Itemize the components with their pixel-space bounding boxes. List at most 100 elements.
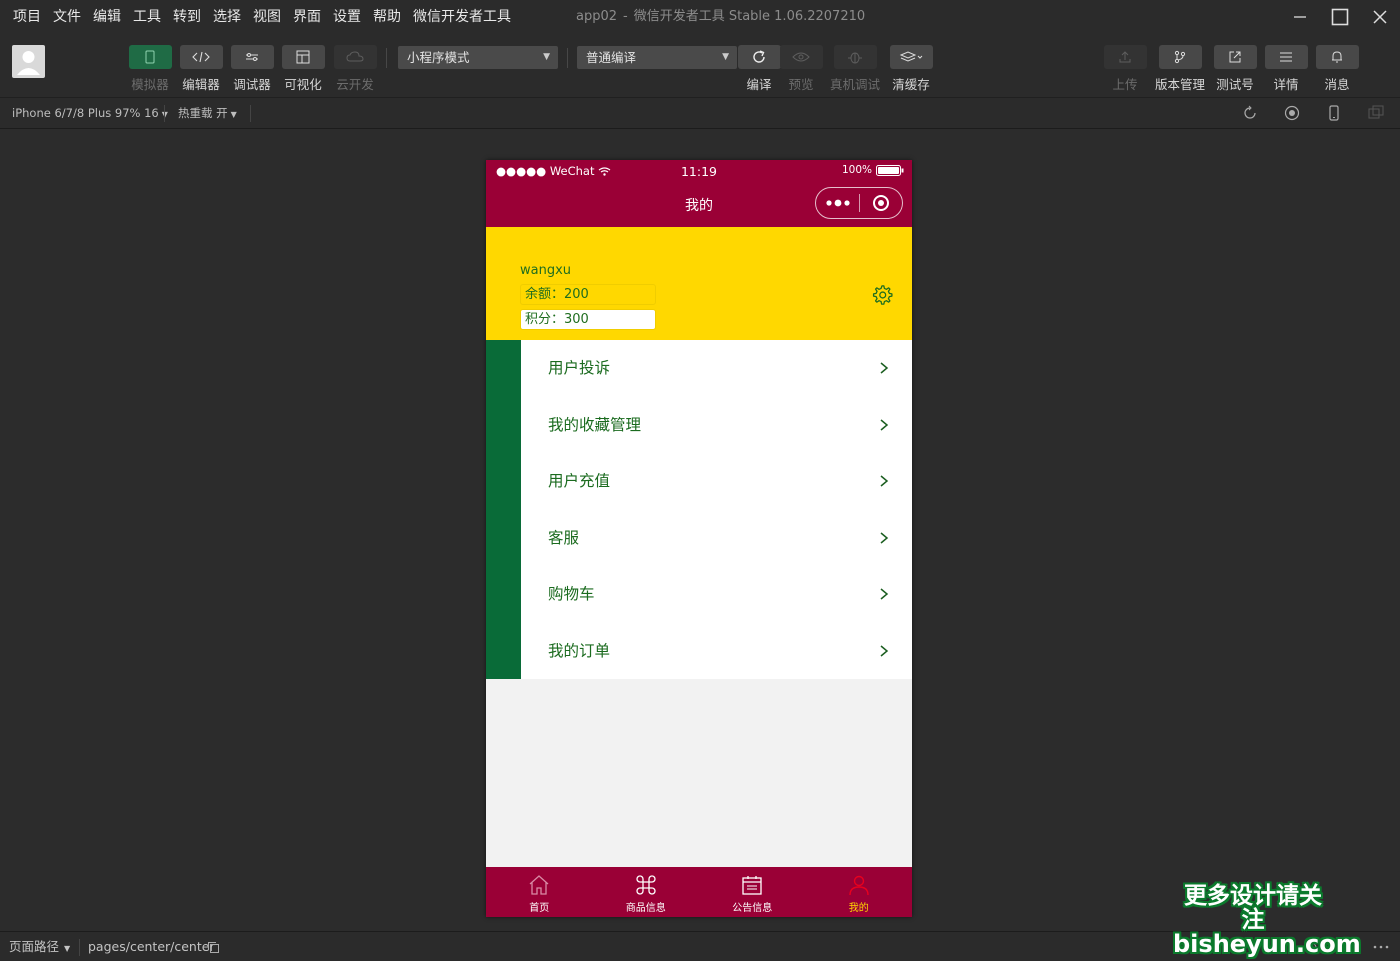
gear-icon[interactable] — [871, 284, 893, 306]
window-title-tool: 微信开发者工具 Stable 1.06.2207210 — [633, 9, 866, 24]
list-item[interactable]: 用户投诉 — [486, 340, 912, 397]
message-button[interactable]: 消息 — [1315, 45, 1359, 93]
minimize-icon[interactable] — [1280, 0, 1320, 34]
rotate-icon[interactable] — [1242, 105, 1258, 121]
chevron-right-icon — [880, 362, 889, 374]
clear-cache-button[interactable]: 清缓存 — [889, 45, 933, 93]
chevron-down-icon: ▼ — [722, 52, 729, 62]
list-item[interactable]: 我的收藏管理 — [486, 396, 912, 453]
upload-icon — [1119, 51, 1131, 63]
list-item-accent — [486, 340, 521, 397]
devtools-window: 项目 文件 编辑 工具 转到 选择 视图 界面 设置 帮助 微信开发者工具 ap… — [0, 0, 1400, 961]
subbar-divider — [164, 105, 165, 122]
phone-nav-bar: 我的 — [486, 182, 912, 227]
battery-icon — [876, 164, 904, 176]
cloud-button[interactable]: 云开发 — [333, 45, 377, 93]
copy-icon[interactable] — [207, 941, 220, 954]
visual-label: 可视化 — [284, 77, 322, 92]
simulator-subbar: iPhone 6/7/8 Plus 97% 16▼ 热重载 开▼ — [0, 98, 1400, 129]
version-button[interactable]: 版本管理 — [1155, 45, 1206, 93]
phone-icon[interactable] — [1326, 105, 1342, 121]
chevron-down-icon: ▼ — [230, 110, 237, 119]
eye-icon — [792, 52, 810, 62]
bell-icon — [1332, 51, 1342, 63]
menu-help[interactable]: 帮助 — [367, 0, 407, 34]
compile-select[interactable]: 普通编译 ▼ — [577, 46, 737, 69]
phone-simulator: ●●●●● WeChat 11:19 100% 我的 wangxu 余额：200… — [486, 160, 912, 917]
close-target-icon[interactable] — [860, 194, 902, 212]
toolbar-divider — [386, 48, 387, 68]
chevron-down-icon: ▼ — [64, 944, 71, 953]
list-item-accent — [486, 622, 521, 679]
list-item-accent — [486, 509, 521, 566]
simulator-button[interactable]: 模拟器 — [128, 45, 172, 93]
device-select[interactable]: iPhone 6/7/8 Plus 97% 16▼ — [12, 98, 168, 130]
compile-select-value: 普通编译 — [586, 50, 637, 65]
hot-reload-toggle[interactable]: 热重载 开 ▼ — [178, 98, 237, 130]
menu-wechat-devtools[interactable]: 微信开发者工具 — [407, 0, 517, 34]
test-id-button[interactable]: 测试号 — [1213, 45, 1257, 93]
layers-icon — [899, 51, 923, 62]
menu-file[interactable]: 文件 — [47, 0, 87, 34]
menu-view[interactable]: 视图 — [247, 0, 287, 34]
command-icon — [636, 875, 656, 895]
tab-products-label: 商品信息 — [625, 903, 666, 914]
debugger-button[interactable]: 调试器 — [230, 45, 274, 93]
mode-select[interactable]: 小程序模式 ▼ — [398, 46, 558, 69]
page-path-toggle[interactable]: 页面路径 ▼ — [9, 932, 70, 961]
profile-header: wangxu 余额：200 积分：300 — [486, 227, 912, 340]
statusbar-divider — [79, 939, 80, 956]
list-item-label: 我的收藏管理 — [548, 415, 642, 434]
detail-button[interactable]: 详情 — [1264, 45, 1308, 93]
sliders-icon — [246, 53, 258, 61]
menu-project[interactable]: 项目 — [0, 0, 47, 34]
tab-home-label: 首页 — [529, 903, 550, 914]
layout-icon — [296, 50, 310, 64]
menu-select[interactable]: 选择 — [207, 0, 247, 34]
menu-settings[interactable]: 设置 — [327, 0, 367, 34]
compile-button[interactable]: 编译 — [737, 45, 781, 93]
tab-mine[interactable]: 我的 — [806, 867, 913, 917]
real-debug-button[interactable]: 真机调试 — [830, 45, 880, 93]
list-item[interactable]: 客服 — [486, 509, 912, 566]
chevron-down-icon: ▼ — [543, 52, 550, 62]
avatar[interactable] — [12, 45, 45, 78]
watermark-line2: bisheyun.com — [1173, 930, 1361, 959]
menu-tools[interactable]: 工具 — [127, 0, 167, 34]
list-item[interactable]: 用户充值 — [486, 453, 912, 510]
menu-edit[interactable]: 编辑 — [87, 0, 127, 34]
tab-mine-label: 我的 — [848, 903, 869, 914]
chevron-right-icon — [880, 475, 889, 487]
menu-goto[interactable]: 转到 — [167, 0, 207, 34]
compile-label: 编译 — [746, 77, 772, 92]
record-icon[interactable] — [1284, 105, 1300, 121]
editor-button[interactable]: 编辑器 — [179, 45, 223, 93]
tab-products[interactable]: 商品信息 — [593, 867, 700, 917]
external-link-icon — [1229, 51, 1241, 63]
tab-notices[interactable]: 公告信息 — [699, 867, 806, 917]
list-item-accent — [486, 566, 521, 623]
toolbar-divider — [567, 48, 568, 68]
window-float-icon[interactable] — [1368, 105, 1384, 121]
calendar-icon — [742, 876, 762, 895]
list-item-label: 客服 — [548, 528, 580, 547]
editor-label: 编辑器 — [182, 77, 220, 92]
list-item-accent — [486, 396, 521, 453]
menu-interface[interactable]: 界面 — [287, 0, 327, 34]
more-icon[interactable] — [1373, 945, 1389, 949]
tab-notices-label: 公告信息 — [732, 903, 773, 914]
version-label: 版本管理 — [1155, 77, 1206, 92]
debugger-label: 调试器 — [233, 77, 271, 92]
list-item[interactable]: 购物车 — [486, 566, 912, 623]
more-dots-icon[interactable] — [816, 199, 859, 207]
preview-button[interactable]: 预览 — [779, 45, 823, 93]
close-icon[interactable] — [1360, 0, 1400, 34]
list-item-label: 用户充值 — [548, 472, 611, 490]
maximize-icon[interactable] — [1320, 0, 1360, 34]
list-item[interactable]: 我的订单 — [486, 622, 912, 679]
upload-button[interactable]: 上传 — [1103, 45, 1147, 93]
code-icon — [192, 51, 210, 63]
visual-button[interactable]: 可视化 — [281, 45, 325, 93]
menu-list: 用户投诉 我的收藏管理 用户充值 客服 购物车 我的订单 — [486, 340, 912, 679]
tab-home[interactable]: 首页 — [486, 867, 593, 917]
